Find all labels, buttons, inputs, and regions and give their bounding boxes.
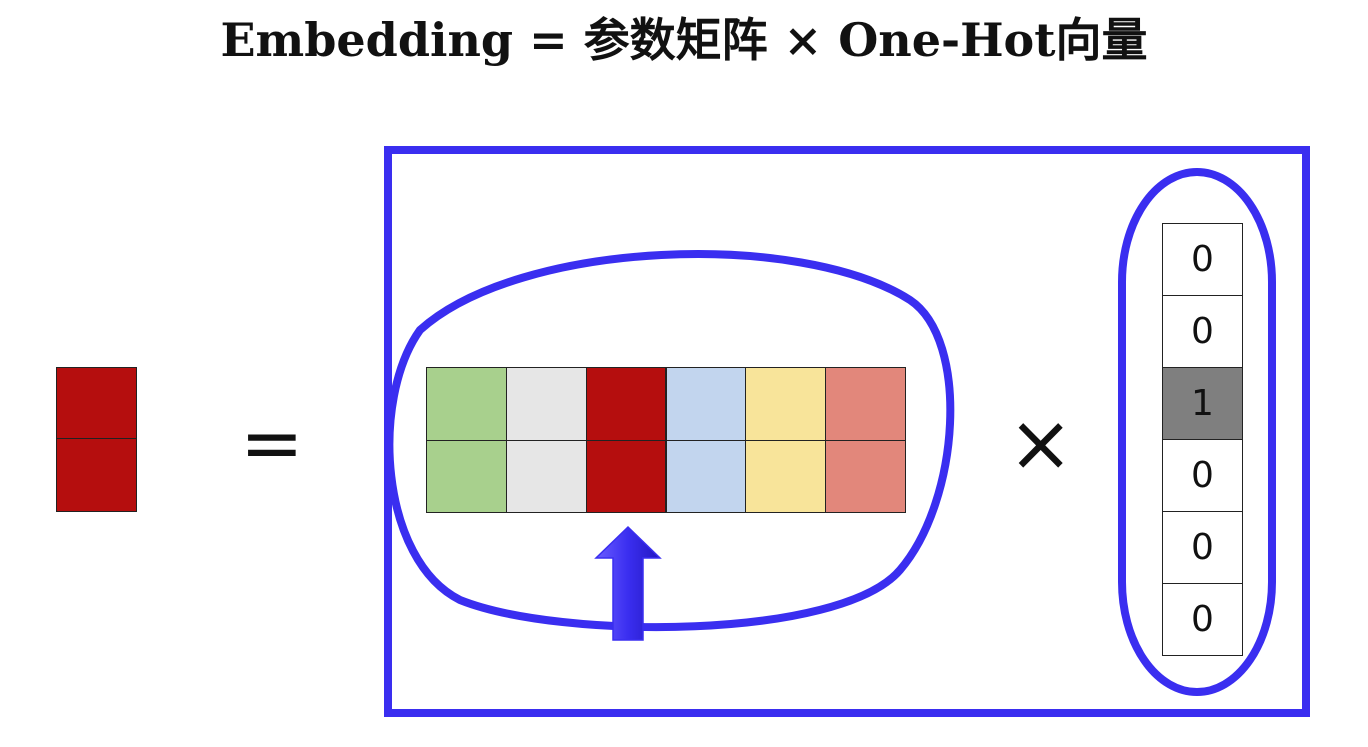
one-hot-ellipse-outline [1118,168,1276,696]
product-frame-outline [384,146,1310,717]
matrix-ellipse-outline [385,250,955,631]
annotation-overlay [384,146,1310,717]
embedding-diagram: Embedding = 参数矩阵 × One-Hot向量 = × 001000 [0,0,1368,747]
